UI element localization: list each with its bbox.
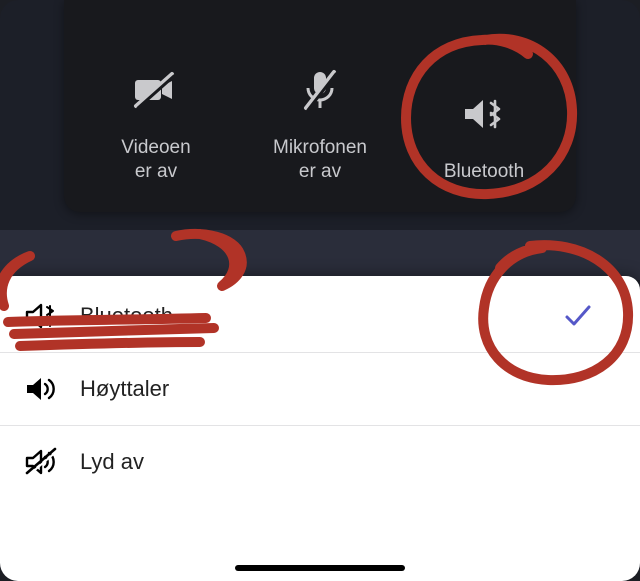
audio-output-label: Bluetooth xyxy=(444,160,524,184)
audio-option-mute[interactable]: Lyd av xyxy=(0,425,640,498)
speaker-mute-icon xyxy=(20,447,64,477)
speaker-bluetooth-outline-icon xyxy=(20,301,64,331)
home-indicator[interactable] xyxy=(235,565,405,571)
backdrop-strip xyxy=(0,230,640,280)
mic-off-icon xyxy=(300,62,340,118)
call-controls-panel: Videoen er av Mikrofonen er av xyxy=(64,0,576,212)
audio-option-label: Bluetooth xyxy=(80,303,173,329)
audio-option-bluetooth[interactable]: Bluetooth xyxy=(0,280,640,352)
video-off-icon xyxy=(132,62,180,118)
mic-toggle-label: Mikrofonen er av xyxy=(273,136,367,184)
audio-option-speaker[interactable]: Høyttaler xyxy=(0,352,640,425)
audio-output-button[interactable]: Bluetooth xyxy=(402,86,566,184)
video-toggle-button[interactable]: Videoen er av xyxy=(74,62,238,184)
call-controls-row: Videoen er av Mikrofonen er av xyxy=(64,0,576,212)
mic-toggle-button[interactable]: Mikrofonen er av xyxy=(238,62,402,184)
video-toggle-label: Videoen er av xyxy=(121,136,190,184)
checkmark-icon xyxy=(564,304,592,328)
audio-output-sheet: Bluetooth Høyttaler xyxy=(0,276,640,581)
speaker-bluetooth-icon xyxy=(461,86,507,142)
audio-option-label: Høyttaler xyxy=(80,376,169,402)
audio-option-label: Lyd av xyxy=(80,449,144,475)
speaker-icon xyxy=(20,374,64,404)
